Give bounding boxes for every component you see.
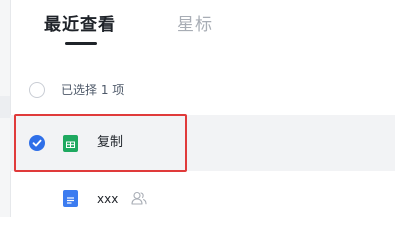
file-name[interactable]: 复制 <box>97 134 123 152</box>
tab-starred[interactable]: 星标 <box>177 14 213 36</box>
file-name[interactable]: xxx <box>97 190 118 208</box>
tab-recent[interactable]: 最近查看 <box>44 14 116 36</box>
file-row-selected[interactable]: 复制 <box>10 115 395 171</box>
sidebar-edge-highlight <box>0 96 10 118</box>
spreadsheet-file-icon <box>63 135 78 152</box>
document-file-icon <box>63 190 78 207</box>
check-icon[interactable] <box>29 135 45 151</box>
active-tab-indicator <box>65 42 97 45</box>
file-row[interactable]: xxx <box>10 172 395 217</box>
selected-count-text: 已选择 1 项 <box>61 83 125 97</box>
selection-bar: 已选择 1 项 <box>10 74 395 106</box>
select-all-checkbox[interactable] <box>29 82 45 98</box>
shared-user-icon <box>131 191 147 205</box>
